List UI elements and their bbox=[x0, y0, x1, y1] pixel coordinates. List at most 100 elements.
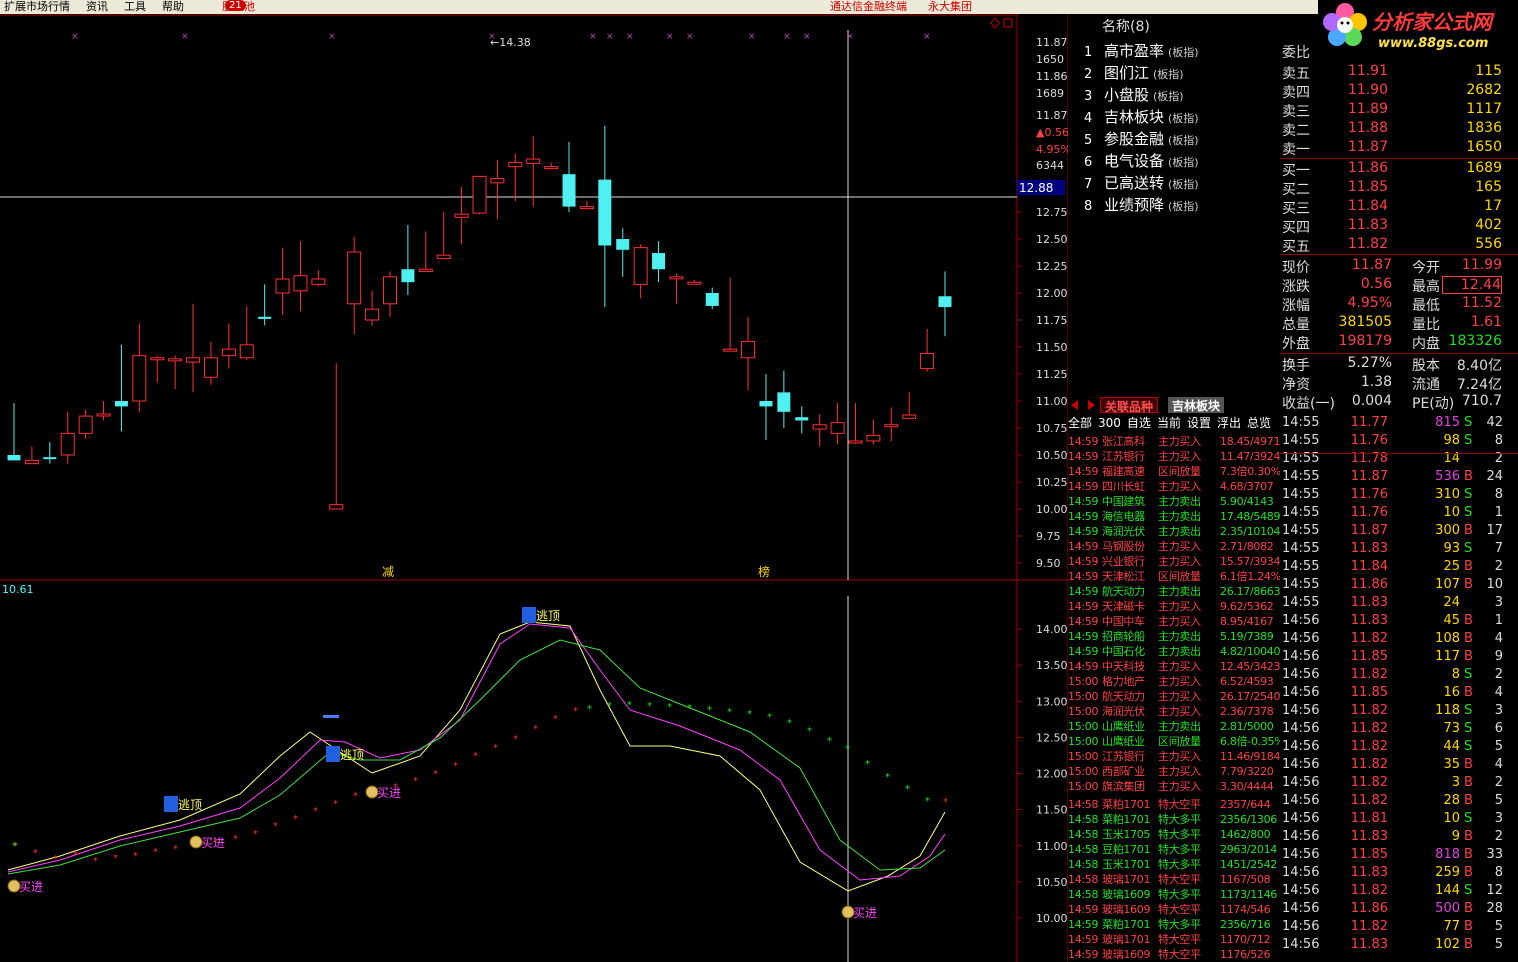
news-row[interactable]: 14:59 江苏银行 主力买入 11.47/3924 bbox=[1068, 448, 1280, 463]
filter-tab[interactable]: 全部 bbox=[1068, 416, 1092, 430]
news-row[interactable]: 14:59 海信电器 主力卖出 17.48/5489 bbox=[1068, 508, 1280, 523]
news-row[interactable]: 14:59 中国建筑 主力卖出 5.90/4143 bbox=[1068, 493, 1274, 508]
list-item[interactable]: 1 高市盈率 (板指) bbox=[1084, 40, 1199, 62]
tick-count: 8 bbox=[1494, 865, 1503, 880]
candle[interactable] bbox=[472, 175, 487, 215]
tick-row: 14:56 11.83 9 B 2 bbox=[1282, 829, 1518, 847]
list-item[interactable]: 2 图们江 (板指) bbox=[1084, 62, 1184, 84]
filter-tab[interactable]: 浮出 bbox=[1217, 416, 1241, 430]
tick-volume: 536 bbox=[1435, 469, 1460, 484]
news-row[interactable]: 14:58 玻璃1609 特大多平 1173/1146 bbox=[1068, 886, 1277, 901]
tick-side: S bbox=[1464, 505, 1473, 520]
news-row[interactable]: 14:59 中国石化 主力卖出 4.82/10040 bbox=[1068, 643, 1280, 658]
tick-side: S bbox=[1464, 541, 1473, 556]
news-row[interactable]: 14:59 马钢股份 主力买入 2.71/8082 bbox=[1068, 538, 1274, 553]
axis-tick-label: 9.75 bbox=[1036, 530, 1061, 543]
news-row[interactable]: 14:59 中国中车 主力买入 8.95/4167 bbox=[1068, 613, 1274, 628]
news-row[interactable]: 15:00 山鹰纸业 主力卖出 2.81/5000 bbox=[1068, 718, 1274, 733]
filter-tab[interactable]: 300 bbox=[1098, 416, 1121, 430]
signal-buy[interactable]: 买进 bbox=[365, 785, 401, 800]
list-item[interactable]: 5 参股金融 (板指) bbox=[1084, 128, 1199, 150]
news-row[interactable]: 15:00 江苏银行 主力买入 11.46/9184 bbox=[1068, 748, 1280, 763]
news-row[interactable]: 14:59 玻璃1701 特大空平 1170/712 bbox=[1068, 931, 1271, 946]
signal-dash bbox=[323, 715, 339, 718]
tab-jilin-sector[interactable]: 吉林板块 bbox=[1168, 397, 1225, 413]
news-row[interactable]: 15:00 西部矿业 主力买入 7.79/3220 bbox=[1068, 763, 1274, 778]
sar-point-green: * bbox=[647, 701, 652, 712]
news-row[interactable]: 14:59 张江高科 主力买入 18.45/4971 bbox=[1068, 433, 1280, 448]
list-item[interactable]: 6 电气设备 (板指) bbox=[1084, 150, 1199, 172]
news-row[interactable]: 14:59 兴业银行 主力买入 15.57/3934 bbox=[1068, 553, 1280, 568]
tick-row: 14:55 11.76 10 S 1 bbox=[1282, 505, 1518, 523]
filter-tab[interactable]: 设置 bbox=[1187, 416, 1211, 430]
news-row[interactable]: 15:00 航天动力 主力买入 26.17/2540 bbox=[1068, 688, 1280, 703]
news-name: 航天动力 bbox=[1102, 585, 1145, 598]
news-row[interactable]: 15:00 山鹰纸业 区间放量 6.8倍-0.35% bbox=[1068, 733, 1280, 748]
news-row[interactable]: 14:59 招商轮船 主力卖出 5.19/7389 bbox=[1068, 628, 1274, 643]
sar-point-red: * bbox=[133, 851, 138, 862]
news-row[interactable]: 14:58 玉米1705 特大多平 1462/800 bbox=[1068, 826, 1271, 841]
news-row[interactable]: 14:59 四川长虹 主力买入 4.68/3707 bbox=[1068, 478, 1274, 493]
news-row[interactable]: 14:58 豆粕1701 特大多平 2963/2014 bbox=[1068, 841, 1277, 856]
signal-top[interactable]: 逃顶 bbox=[522, 607, 560, 623]
menu-item[interactable]: 资讯 bbox=[86, 0, 108, 13]
list-item[interactable]: 8 业绩预降 (板指) bbox=[1084, 194, 1199, 216]
news-row[interactable]: 14:58 玻璃1701 特大空平 1167/508 bbox=[1068, 871, 1271, 886]
news-row[interactable]: 15:00 格力地产 主力买入 6.52/4593 bbox=[1068, 673, 1274, 688]
tick-row: 14:56 11.83 102 B 5 bbox=[1282, 937, 1518, 955]
tick-price: 11.76 bbox=[1350, 487, 1388, 502]
signal-buy[interactable]: 买进 bbox=[7, 879, 43, 894]
list-item[interactable]: 7 已高送转 (板指) bbox=[1084, 172, 1199, 194]
news-row[interactable]: 14:59 天津磁卡 主力买入 9.62/5362 bbox=[1068, 598, 1274, 613]
stat-label: 外盘 bbox=[1282, 336, 1310, 352]
top-marker: × bbox=[666, 32, 674, 42]
filter-tab[interactable]: 总览 bbox=[1247, 416, 1271, 430]
menu-item[interactable]: 帮助 bbox=[162, 0, 184, 13]
stat-value: 198179 bbox=[1338, 333, 1392, 349]
stat-value: 0.004 bbox=[1351, 393, 1392, 409]
stat-value: 8.40亿 bbox=[1456, 358, 1502, 374]
news-value: 5.19/7389 bbox=[1220, 630, 1274, 643]
news-action: 主力买入 bbox=[1158, 765, 1201, 778]
news-row[interactable]: 14:59 福建高速 区间放量 7.3倍0.30% bbox=[1068, 463, 1280, 478]
signal-buy[interactable]: 买进 bbox=[189, 835, 225, 850]
list-item-number: 2 bbox=[1084, 67, 1093, 82]
list-item[interactable]: 4 吉林板块 (板指) bbox=[1084, 106, 1199, 128]
runner-icon bbox=[164, 796, 178, 812]
filter-tab[interactable]: 当前 bbox=[1157, 416, 1181, 430]
news-row[interactable]: 14:59 天津松江 区间放量 6.1倍1.24% bbox=[1068, 568, 1280, 583]
news-row[interactable]: 14:59 玻璃1609 特大空平 1176/526 bbox=[1068, 946, 1271, 961]
stat-row: 涨跌 0.56 最高 12.44 bbox=[1282, 276, 1518, 295]
news-row[interactable]: 14:58 菜粕1701 特大空平 2357/644 bbox=[1068, 796, 1271, 811]
signal-buy[interactable]: 买进 bbox=[841, 905, 877, 920]
menu-item[interactable]: 扩展市场行情 bbox=[4, 0, 70, 13]
news-row[interactable]: 15:00 旗滨集团 主力买入 3.30/4444 bbox=[1068, 778, 1274, 793]
tab-scroll-arrows-icon[interactable] bbox=[1070, 399, 1096, 411]
indicator-tick-label: 13.50 bbox=[1036, 659, 1068, 672]
news-value: 1176/526 bbox=[1220, 948, 1271, 961]
kline-chart[interactable]: × × × × × × × × × × × × × ×←14.38减榜 11.87165011.86168… bbox=[0, 14, 1068, 962]
news-time: 14:59 bbox=[1068, 600, 1099, 613]
news-row[interactable]: 14:59 海润光伏 主力卖出 2.35/10104 bbox=[1068, 523, 1280, 538]
axis-quote-label: 6344 bbox=[1036, 159, 1064, 172]
menu-item[interactable]: 工具 bbox=[124, 0, 146, 13]
news-row[interactable]: 14:59 中天科技 主力买入 12.45/3423 bbox=[1068, 658, 1280, 673]
tick-time: 14:56 bbox=[1282, 937, 1320, 952]
news-time: 14:58 bbox=[1068, 843, 1099, 856]
news-row[interactable]: 14:58 菜粕1701 特大多平 2356/1306 bbox=[1068, 811, 1277, 826]
candle-body bbox=[347, 251, 362, 305]
news-row[interactable]: 14:59 玻璃1609 特大空平 1174/546 bbox=[1068, 901, 1271, 916]
signal-top[interactable]: 逃顶 bbox=[326, 746, 364, 762]
terminal-title: 通达信金融终端 bbox=[830, 0, 907, 13]
news-row[interactable]: 15:00 海润光伏 主力买入 2.36/7378 bbox=[1068, 703, 1274, 718]
tab-related-varieties[interactable]: 关联品种 bbox=[1100, 397, 1159, 414]
list-item[interactable]: 3 小盘股 (板指) bbox=[1084, 84, 1184, 106]
main-force-news-list[interactable]: 14:59 张江高科 主力买入 18.45/4971 14:59 江苏银行 主力买入 11.4… bbox=[1068, 433, 1280, 962]
news-row[interactable]: 14:59 航天动力 主力卖出 26.17/8663 bbox=[1068, 583, 1280, 598]
signal-top[interactable]: 逃顶 bbox=[164, 796, 202, 812]
tick-list[interactable]: 14:55 11.77 815 S 42 14:55 11.76 98 S 8 14:55 11.78… bbox=[1280, 414, 1518, 962]
tick-row: 14:55 11.84 25 B 2 bbox=[1282, 559, 1518, 577]
news-row[interactable]: 14:58 玉米1701 特大多平 1451/2542 bbox=[1068, 856, 1277, 871]
filter-tab[interactable]: 自选 bbox=[1127, 416, 1151, 430]
news-row[interactable]: 14:59 菜粕1701 特大多平 2356/716 bbox=[1068, 916, 1271, 931]
